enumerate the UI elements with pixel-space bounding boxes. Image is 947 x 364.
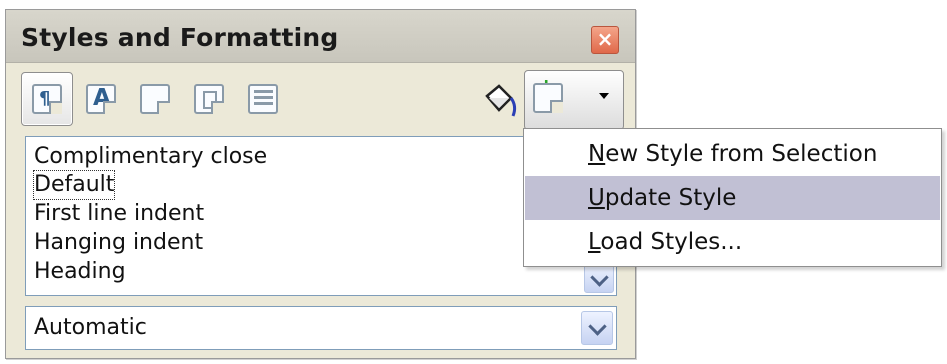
menu-item-new-style-from-selection[interactable]: New Style from Selection — [525, 132, 940, 176]
character-styles-icon: A — [86, 84, 116, 114]
list-styles-button[interactable] — [237, 72, 289, 126]
style-filter-value: Automatic — [34, 315, 147, 340]
paint-bucket-icon — [485, 84, 517, 117]
character-styles-button[interactable]: A — [75, 72, 127, 126]
list-scroll-down-button[interactable] — [584, 263, 614, 293]
chevron-down-icon — [590, 268, 609, 287]
paragraph-styles-icon: ¶ — [32, 84, 62, 114]
style-family-toolbar: ¶ A — [21, 70, 625, 134]
new-style-dropdown-menu: New Style from Selection Update Style Lo… — [523, 128, 942, 267]
panel-title: Styles and Formatting — [21, 23, 339, 52]
page-styles-icon — [194, 84, 224, 114]
close-icon: × — [596, 27, 614, 51]
close-button[interactable]: × — [591, 26, 619, 54]
style-filter-select[interactable]: Automatic — [25, 306, 617, 350]
new-style-from-selection-icon: + — [533, 75, 563, 113]
fill-format-mode-button[interactable] — [481, 82, 521, 122]
paragraph-styles-button[interactable]: ¶ — [21, 72, 73, 126]
list-styles-icon — [248, 84, 278, 114]
style-list-item[interactable]: Heading — [34, 258, 126, 286]
style-list-item[interactable]: First line indent — [34, 200, 204, 228]
filter-dropdown-button[interactable] — [581, 311, 613, 345]
style-list-item-selected[interactable]: Default — [32, 170, 116, 200]
frame-styles-button[interactable] — [129, 72, 181, 126]
menu-item-load-styles[interactable]: Load Styles... — [525, 220, 940, 264]
page-styles-button[interactable] — [183, 72, 235, 126]
dropdown-arrow-icon[interactable] — [599, 93, 609, 99]
style-list-item[interactable]: Hanging indent — [34, 229, 203, 257]
frame-styles-icon — [140, 84, 170, 114]
style-list-item[interactable]: Complimentary close — [34, 143, 267, 171]
panel-titlebar[interactable]: Styles and Formatting × — [6, 10, 635, 63]
chevron-down-icon — [588, 317, 607, 336]
menu-item-update-style[interactable]: Update Style — [525, 176, 940, 220]
new-style-from-selection-button[interactable]: + — [524, 70, 624, 130]
